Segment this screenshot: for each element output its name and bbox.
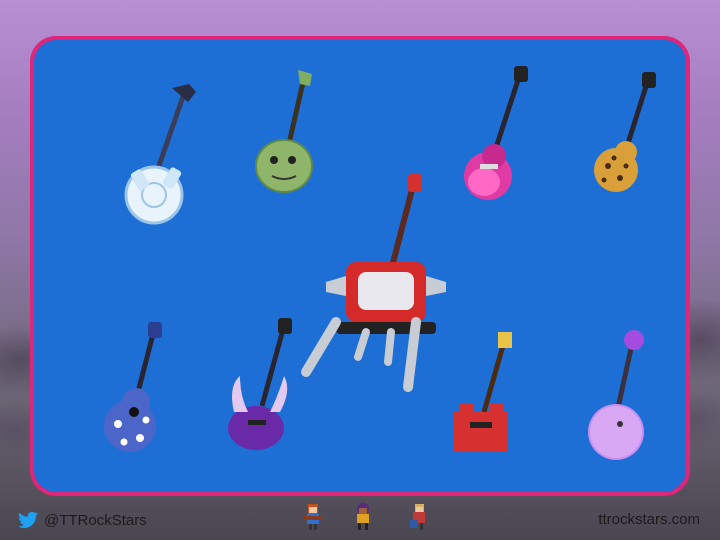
floral-acoustic-guitar[interactable] <box>94 320 174 460</box>
guitar-collection-panel <box>30 36 690 496</box>
twitter-handle[interactable]: @TTRockStars <box>44 512 147 529</box>
pink-burst-les-paul-guitar[interactable] <box>454 64 534 204</box>
purple-horned-guitar[interactable] <box>218 316 308 456</box>
leopard-print-guitar[interactable] <box>586 70 666 200</box>
twitter-bird-icon[interactable] <box>18 511 38 529</box>
rockstar-avatar-icon <box>357 503 369 530</box>
rockstar-avatar-icon <box>410 504 425 530</box>
star-flying-v-guitar[interactable] <box>114 80 204 230</box>
twitter-footer: @TTRockStars <box>18 508 147 532</box>
speaker-rig-guitar[interactable] <box>296 172 456 392</box>
website-link[interactable]: ttrockstars.com <box>598 511 700 528</box>
rockstar-avatar-icon <box>304 504 322 530</box>
red-pixel-sg-guitar[interactable] <box>440 330 530 460</box>
purple-fuzzy-banjo-guitar[interactable] <box>582 328 662 468</box>
